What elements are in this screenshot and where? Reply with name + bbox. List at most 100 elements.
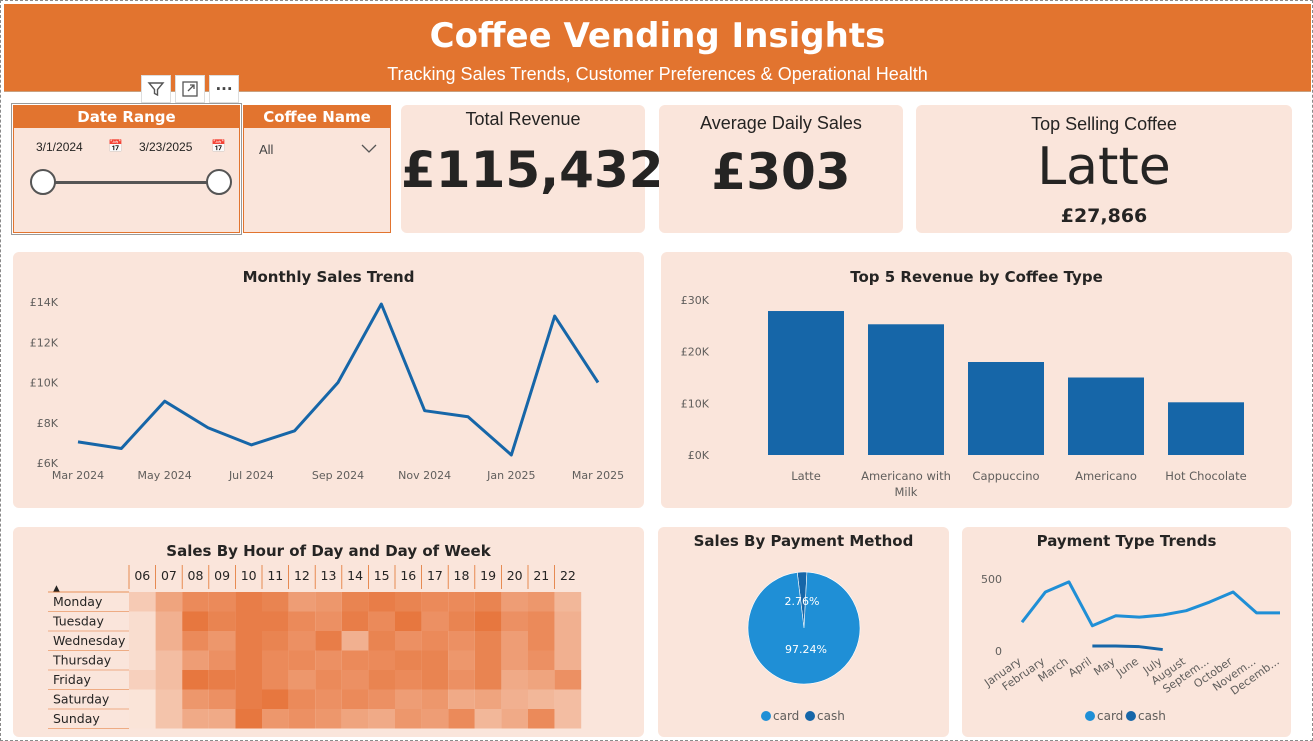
top5-revenue-card[interactable]: Top 5 Revenue by Coffee Type £0K £10K £20K… [661, 252, 1292, 508]
chevron-down-icon[interactable] [361, 144, 377, 154]
hour-column-header: 16 [400, 568, 416, 583]
date-range-slicer[interactable]: Date Range 3/1/2024 📅 3/23/2025 📅 [13, 105, 240, 233]
more-options-icon[interactable]: ··· [209, 75, 239, 103]
hour-column-header: 21 [533, 568, 549, 583]
heatmap-cell [155, 631, 183, 651]
heatmap-cell [474, 592, 502, 612]
heatmap-cell [315, 631, 342, 651]
heatmap-cell [474, 709, 502, 729]
x-tick-label: June [1113, 655, 1141, 680]
top-selling-value: Latte [1037, 137, 1171, 197]
heatmap-card[interactable]: Sales By Hour of Day and Day of Week ▲ 06… [13, 527, 644, 737]
x-tick-label: Cappuccino [972, 469, 1039, 483]
heatmap-cell [315, 592, 342, 612]
heatmap-cell [528, 709, 555, 729]
coffee-name-slicer[interactable]: Coffee Name All [243, 105, 391, 233]
avg-daily-sales-label: Average Daily Sales [700, 113, 862, 133]
heatmap-cell [155, 611, 183, 631]
date-slider-track[interactable] [42, 181, 220, 184]
day-row-header: Monday [53, 594, 103, 609]
hour-column-header: 15 [374, 568, 390, 583]
heatmap-cell [288, 709, 316, 729]
heatmap-cell [528, 689, 555, 709]
heatmap-cell [528, 592, 555, 612]
x-tick-label: Milk [895, 485, 918, 499]
heatmap-cell [182, 592, 209, 612]
heatmap-cell [395, 611, 422, 631]
bar [1168, 402, 1244, 455]
x-tick-label: Latte [791, 469, 821, 483]
filter-icon[interactable] [141, 75, 171, 103]
legend-label: cash [1138, 709, 1166, 723]
heatmap-cell [554, 631, 582, 651]
heatmap-cell [474, 650, 502, 670]
total-revenue-card: Total Revenue £115,432 [401, 105, 664, 233]
heatmap-cell [448, 631, 475, 651]
heatmap-cell [129, 650, 156, 670]
heatmap-cell [421, 689, 449, 709]
hour-column-header: 14 [347, 568, 363, 583]
day-row-header: Friday [53, 672, 91, 687]
heatmap-cell [501, 689, 528, 709]
report-title: Coffee Vending Insights [429, 16, 886, 56]
heatmap-cell [554, 670, 582, 690]
y-tick-label: £12K [30, 336, 59, 349]
date-slider-end-handle[interactable] [206, 169, 232, 195]
top-selling-sub-value: £27,866 [1060, 205, 1148, 227]
y-tick-label: £30K [681, 294, 710, 307]
heatmap-cell [182, 709, 209, 729]
heatmap-cell [129, 592, 156, 612]
heatmap-cell [208, 611, 236, 631]
report-page: Coffee Vending Insights Tracking Sales T… [0, 0, 1313, 741]
heatmap-cell [448, 650, 475, 670]
heatmap-cell [421, 611, 449, 631]
hour-column-header: 10 [241, 568, 257, 583]
heatmap-cell [474, 611, 502, 631]
payment-pie-card[interactable]: Sales By Payment Method 2.76% 97.24% card c… [658, 527, 949, 737]
y-tick-label: £0K [688, 449, 710, 462]
day-row-header: Thursday [52, 653, 112, 668]
bar [868, 324, 944, 455]
top-selling-card: Top Selling Coffee Latte £27,866 [916, 105, 1292, 233]
hour-column-header: 19 [480, 568, 496, 583]
bar [768, 311, 844, 455]
x-tick-label: May 2024 [138, 469, 192, 482]
day-row-header: Wednesday [53, 633, 126, 648]
date-slider-start-handle[interactable] [30, 169, 56, 195]
heatmap-cell [341, 592, 369, 612]
payment-trends-card[interactable]: Payment Type Trends 0 500 January February M… [962, 527, 1291, 737]
heatmap-cell [315, 650, 342, 670]
y-tick-label: £8K [37, 417, 59, 430]
coffee-name-dropdown[interactable]: All [259, 142, 273, 157]
heatmap-cell [368, 709, 395, 729]
heatmap-cell [235, 670, 262, 690]
heatmap-cell [501, 592, 528, 612]
heatmap-cell [288, 650, 316, 670]
y-tick-label: 500 [981, 573, 1002, 586]
monthly-sales-card[interactable]: Monthly Sales Trend £6K £8K £10K £12K £14K Ma… [13, 252, 644, 508]
legend-label: card [773, 709, 799, 723]
heatmap-cell [315, 709, 342, 729]
heatmap-cell [474, 689, 502, 709]
focus-mode-icon[interactable] [175, 75, 205, 103]
heatmap-cell [554, 592, 582, 612]
hour-column-header: 22 [560, 568, 576, 583]
start-calendar-icon[interactable]: 📅 [108, 139, 123, 153]
start-date-input[interactable]: 3/1/2024 [36, 140, 83, 154]
hour-column-header: 11 [267, 568, 283, 583]
hour-column-header: 13 [321, 568, 337, 583]
end-calendar-icon[interactable]: 📅 [211, 139, 226, 153]
heatmap-cell [262, 650, 289, 670]
x-tick-label: Nov 2024 [398, 469, 451, 482]
hour-column-header: 08 [188, 568, 204, 583]
heatmap-cell [315, 689, 342, 709]
heatmap-cell [474, 631, 502, 651]
legend-marker [761, 711, 771, 721]
heatmap-cell [315, 611, 342, 631]
y-tick-label: £10K [681, 397, 710, 410]
end-date-input[interactable]: 3/23/2025 [139, 140, 192, 154]
heatmap-cell [501, 650, 528, 670]
x-tick-label: May [1091, 655, 1117, 679]
avg-daily-sales-value: £303 [711, 143, 851, 201]
heatmap-cell [341, 670, 369, 690]
